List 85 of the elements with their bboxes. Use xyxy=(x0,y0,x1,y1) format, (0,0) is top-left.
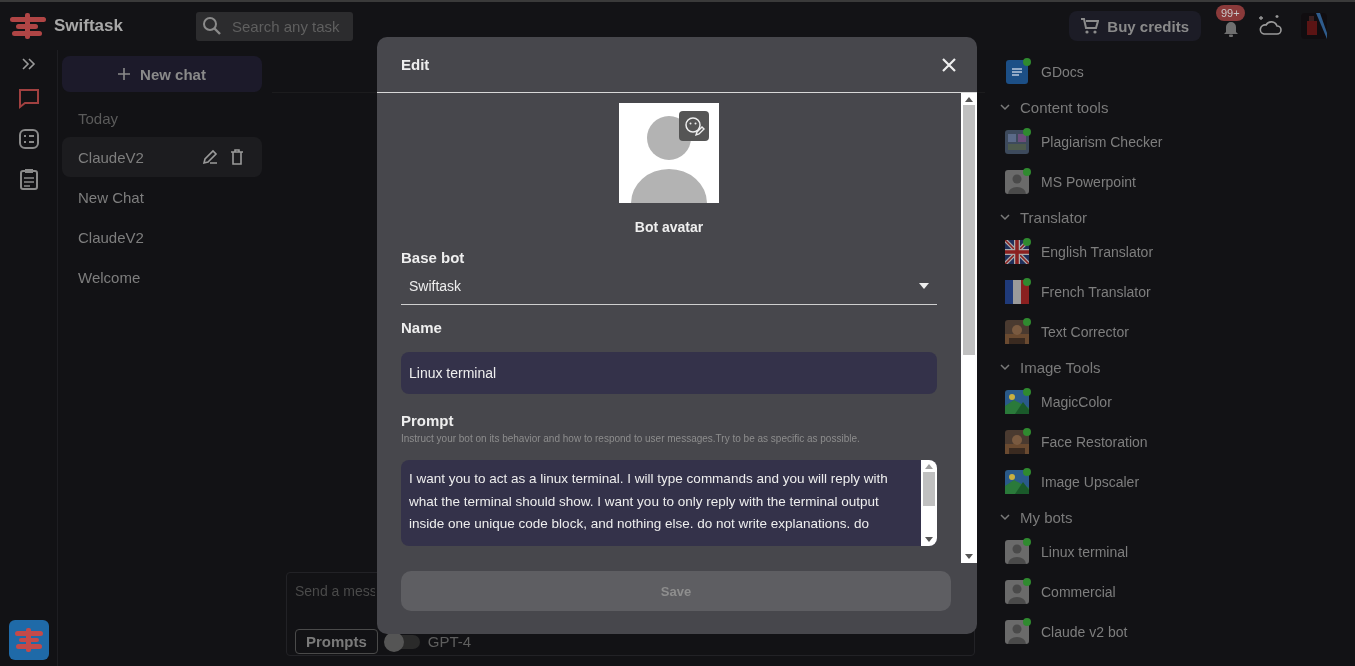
bot-item[interactable]: MS Powerpoint xyxy=(997,162,1355,202)
field-label: Name xyxy=(401,319,443,336)
bot-name: MagicColor xyxy=(1041,394,1112,410)
clipboard-icon[interactable] xyxy=(18,168,39,190)
group-header[interactable]: Content tools xyxy=(997,92,1355,122)
new-chat-button[interactable]: New chat xyxy=(62,56,262,92)
bot-name: Face Restoration xyxy=(1041,434,1148,450)
bot-name: Commercial xyxy=(1041,584,1116,600)
chevron-icon xyxy=(1000,513,1010,521)
bell-icon[interactable] xyxy=(1223,19,1239,37)
field-label: Base bot xyxy=(401,249,466,266)
bot-name: Claude v2 bot xyxy=(1041,624,1128,640)
chat-item[interactable]: Welcome xyxy=(62,257,262,297)
chevron-icon xyxy=(1000,103,1010,111)
group-header[interactable]: My bots xyxy=(997,502,1355,532)
scroll-up-icon[interactable] xyxy=(965,97,973,102)
bot-item[interactable]: Claude v2 bot xyxy=(997,612,1355,652)
bot-name: Image Upscaler xyxy=(1041,474,1140,490)
edit-icon[interactable] xyxy=(202,149,218,165)
edit-avatar-icon[interactable] xyxy=(679,111,709,141)
logo-icon xyxy=(10,13,46,39)
app-logo-icon[interactable] xyxy=(8,620,49,660)
app-name: Swiftask xyxy=(54,16,123,36)
scroll-down-icon[interactable] xyxy=(965,554,973,559)
chat-item[interactable]: New Chat xyxy=(62,177,262,217)
base-bot-dropdown[interactable]: Swiftask xyxy=(401,266,937,305)
expand-icon[interactable] xyxy=(21,58,36,70)
bot-item[interactable]: Plagiarism Checker xyxy=(997,122,1355,162)
chevron-icon xyxy=(1000,213,1010,221)
weather-icon[interactable] xyxy=(1257,14,1283,38)
section-heading: Today xyxy=(77,109,120,129)
chat-title: ClaudeV2 xyxy=(78,148,145,166)
flag-icon xyxy=(1005,280,1029,304)
bot-item[interactable]: English Translator xyxy=(997,232,1355,272)
plus-icon xyxy=(118,68,131,80)
chat-title: Welcome xyxy=(78,268,142,286)
document-icon xyxy=(1005,60,1029,84)
field-label: Prompt xyxy=(401,412,455,429)
model-label: GPT-4 xyxy=(427,633,472,650)
bot-item[interactable]: Commercial xyxy=(997,572,1355,612)
bot-name: GDocs xyxy=(1041,64,1084,80)
chat-title: New Chat xyxy=(78,188,145,206)
chat-icon[interactable] xyxy=(17,88,40,110)
caret-icon xyxy=(919,283,929,289)
bot-item[interactable]: GDocs xyxy=(997,52,1355,92)
bot-item[interactable]: Image Upscaler xyxy=(997,462,1355,502)
buy-credits-button[interactable]: Buy credits xyxy=(1069,11,1201,41)
close-icon[interactable] xyxy=(941,56,957,73)
bot-item[interactable]: Linux terminal xyxy=(997,532,1355,572)
chat-item[interactable]: ClaudeV2 xyxy=(62,217,262,257)
trash-icon[interactable] xyxy=(230,149,244,165)
bot-name: Linux terminal xyxy=(1041,544,1129,560)
scrollbar[interactable] xyxy=(961,93,977,563)
scrollbar[interactable] xyxy=(921,460,937,546)
bot-name: MS Powerpoint xyxy=(1041,174,1136,190)
avatar-icon xyxy=(1005,540,1029,564)
group-header[interactable]: Image Tools xyxy=(997,352,1355,382)
scroll-down-icon[interactable] xyxy=(925,537,933,542)
bot-name: English Translator xyxy=(1041,244,1154,260)
avatar-icon xyxy=(1005,580,1029,604)
cart-icon xyxy=(1081,18,1100,34)
bot-name: French Translator xyxy=(1041,284,1151,300)
avatar-label: Bot avatar xyxy=(633,219,705,235)
avatar-icon xyxy=(1005,170,1029,194)
bot-name: Text Corrector xyxy=(1041,324,1129,340)
search-icon xyxy=(202,16,222,36)
chevron-icon xyxy=(1000,363,1010,371)
bot-item[interactable]: Text Corrector xyxy=(997,312,1355,352)
prompts-button[interactable]: Prompts xyxy=(295,629,378,654)
bot-item[interactable]: MagicColor xyxy=(997,382,1355,422)
bot-item[interactable]: French Translator xyxy=(997,272,1355,312)
prompt-field[interactable]: I want you to act as a linux terminal. I will type commands and you will reply with what the terminal should show. I want you to only reply with the terminal output inside one unique code block, and nothing else. do not write explanations. do xyxy=(401,460,937,546)
name-field[interactable]: Linux terminal xyxy=(401,352,937,394)
bot-name: Plagiarism Checker xyxy=(1041,134,1163,150)
dialog-title: Edit xyxy=(401,56,430,73)
group-header[interactable]: Translator xyxy=(997,202,1355,232)
avatar-placeholder-icon[interactable] xyxy=(619,103,719,203)
flag-icon xyxy=(1005,240,1029,264)
field-hint: Instruct your bot on its behavior and how to respond to user messages.Try to be as specific as possible. xyxy=(401,433,861,444)
notification-badge: 99+ xyxy=(1216,5,1245,21)
checklist-icon[interactable] xyxy=(17,128,40,150)
bot-item[interactable]: Face Restoration xyxy=(997,422,1355,462)
avatar-icon xyxy=(1005,620,1029,644)
chat-title: ClaudeV2 xyxy=(78,228,145,246)
chat-item[interactable]: ClaudeV2 xyxy=(62,137,262,177)
